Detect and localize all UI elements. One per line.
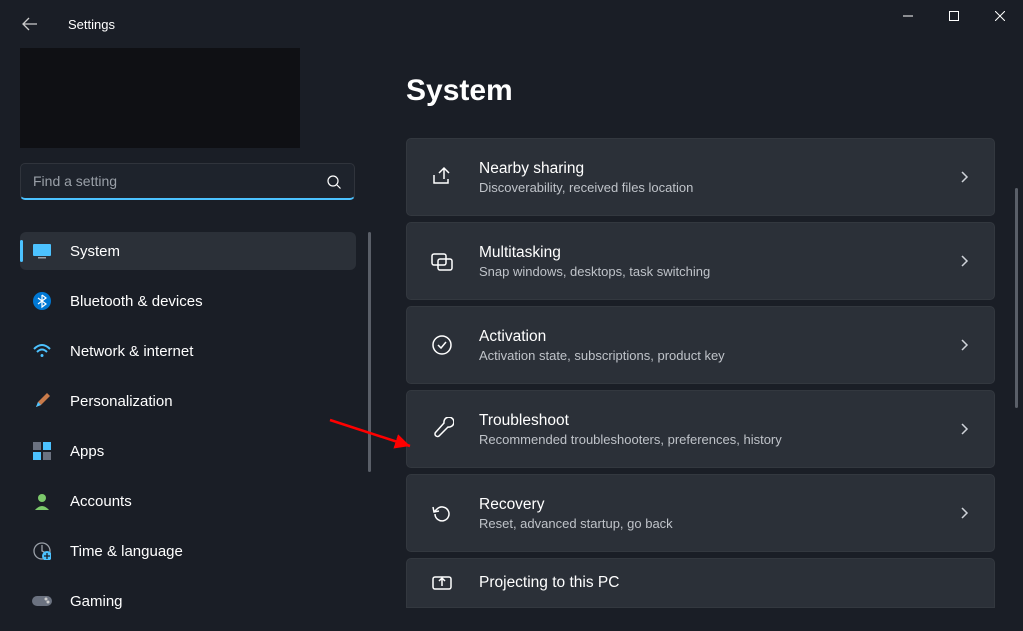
wrench-icon xyxy=(429,416,455,442)
recovery-icon xyxy=(429,500,455,526)
wifi-icon xyxy=(32,341,52,361)
display-icon xyxy=(32,241,52,261)
sidebar-item-apps[interactable]: Apps xyxy=(20,432,356,470)
card-subtitle: Reset, advanced startup, go back xyxy=(479,516,934,531)
share-icon xyxy=(429,164,455,190)
caption-buttons xyxy=(885,0,1023,32)
chevron-right-icon xyxy=(958,338,972,352)
chevron-right-icon xyxy=(958,254,972,268)
sidebar-item-personalization[interactable]: Personalization xyxy=(20,382,356,420)
sidebar-item-label: Accounts xyxy=(70,493,132,510)
sidebar-item-system[interactable]: System xyxy=(20,232,356,270)
sidebar-item-label: Gaming xyxy=(70,593,123,610)
sidebar: System Bluetooth & devices Network & int… xyxy=(0,48,370,631)
back-button[interactable] xyxy=(20,14,40,34)
multitasking-icon xyxy=(429,248,455,274)
search-icon xyxy=(327,175,341,189)
sidebar-item-bluetooth[interactable]: Bluetooth & devices xyxy=(20,282,356,320)
chevron-right-icon xyxy=(958,506,972,520)
projecting-icon xyxy=(429,570,455,596)
card-nearby-sharing[interactable]: Nearby sharing Discoverability, received… xyxy=(406,138,995,216)
search-input[interactable] xyxy=(20,163,355,200)
check-circle-icon xyxy=(429,332,455,358)
window-title: Settings xyxy=(68,17,115,32)
main-scrollbar[interactable] xyxy=(1015,188,1018,408)
sidebar-item-gaming[interactable]: Gaming xyxy=(20,582,356,620)
sidebar-item-label: Personalization xyxy=(70,393,173,410)
apps-icon xyxy=(32,441,52,461)
card-title: Projecting to this PC xyxy=(479,574,972,592)
sidebar-item-label: Network & internet xyxy=(70,343,193,360)
card-subtitle: Recommended troubleshooters, preferences… xyxy=(479,432,934,447)
time-language-icon xyxy=(32,541,52,561)
paintbrush-icon xyxy=(32,391,52,411)
maximize-button[interactable] xyxy=(931,0,977,32)
card-troubleshoot[interactable]: Troubleshoot Recommended troubleshooters… xyxy=(406,390,995,468)
card-multitasking[interactable]: Multitasking Snap windows, desktops, tas… xyxy=(406,222,995,300)
sidebar-item-label: Bluetooth & devices xyxy=(70,293,203,310)
close-button[interactable] xyxy=(977,0,1023,32)
sidebar-item-time-language[interactable]: Time & language xyxy=(20,532,356,570)
card-title: Troubleshoot xyxy=(479,412,934,430)
sidebar-item-label: Time & language xyxy=(70,543,183,560)
card-title: Nearby sharing xyxy=(479,160,934,178)
card-subtitle: Activation state, subscriptions, product… xyxy=(479,348,934,363)
sidebar-item-accounts[interactable]: Accounts xyxy=(20,482,356,520)
card-title: Multitasking xyxy=(479,244,934,262)
main-content: System Nearby sharing Discoverability, r… xyxy=(370,48,1023,631)
minimize-button[interactable] xyxy=(885,0,931,32)
profile-block xyxy=(20,48,300,148)
card-subtitle: Discoverability, received files location xyxy=(479,180,934,195)
card-subtitle: Snap windows, desktops, task switching xyxy=(479,264,934,279)
nav-list: System Bluetooth & devices Network & int… xyxy=(20,232,356,620)
titlebar: Settings xyxy=(0,0,1023,48)
sidebar-item-network[interactable]: Network & internet xyxy=(20,332,356,370)
card-projecting[interactable]: Projecting to this PC xyxy=(406,558,995,608)
card-title: Activation xyxy=(479,328,934,346)
card-title: Recovery xyxy=(479,496,934,514)
accounts-icon xyxy=(32,491,52,511)
card-activation[interactable]: Activation Activation state, subscriptio… xyxy=(406,306,995,384)
bluetooth-icon xyxy=(32,291,52,311)
gaming-icon xyxy=(32,591,52,611)
page-title: System xyxy=(406,74,995,108)
sidebar-item-label: Apps xyxy=(70,443,104,460)
chevron-right-icon xyxy=(958,422,972,436)
chevron-right-icon xyxy=(958,170,972,184)
card-recovery[interactable]: Recovery Reset, advanced startup, go bac… xyxy=(406,474,995,552)
sidebar-item-label: System xyxy=(70,243,120,260)
